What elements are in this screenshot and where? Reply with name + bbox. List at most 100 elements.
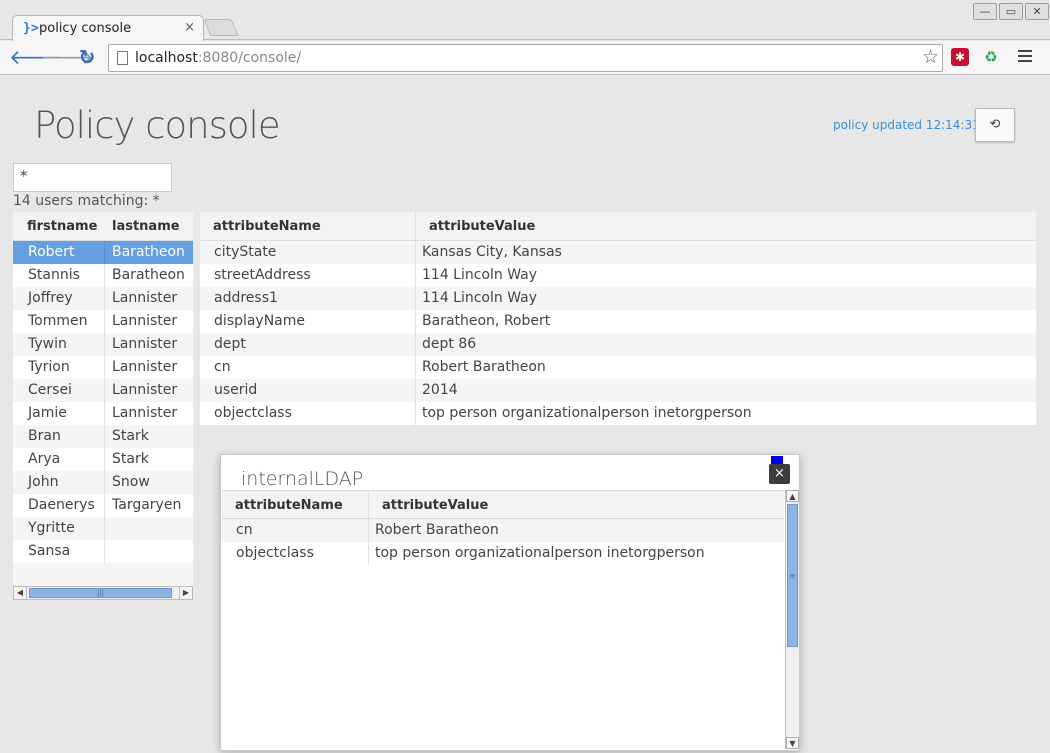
lastpass-icon[interactable]: ✱: [951, 48, 969, 66]
lastname-cell: [105, 517, 193, 540]
firstname-cell: Stannis: [13, 264, 105, 287]
attributes-table-body: cityState Kansas City, Kansas streetAddres…: [200, 241, 1036, 425]
evernote-icon[interactable]: ♻: [982, 48, 1000, 66]
column-header-attribute-value[interactable]: attributeValue: [369, 491, 784, 518]
dialog-title: internalLDAP: [241, 468, 364, 490]
column-header-lastname[interactable]: lastname: [105, 212, 193, 240]
table-row[interactable]: dept dept 86: [200, 333, 1036, 356]
tab-close-icon[interactable]: ×: [184, 20, 195, 35]
firstname-cell: Joffrey: [13, 287, 105, 310]
table-row[interactable]: cityState Kansas City, Kansas: [200, 241, 1036, 264]
column-header-attribute-value[interactable]: attributeValue: [416, 212, 1036, 240]
firstname-cell: Tyrion: [13, 356, 105, 379]
page-title: Policy console: [34, 104, 281, 147]
table-row[interactable]: Joffrey Lannister: [13, 287, 193, 310]
attribute-name-cell: objectclass: [222, 542, 369, 565]
scroll-down-icon[interactable]: ▼: [786, 737, 799, 749]
table-row[interactable]: displayName Baratheon, Robert: [200, 310, 1036, 333]
browser-titlebar: }> policy console × — ▭ ✕: [0, 0, 1050, 41]
table-row[interactable]: Sansa: [13, 540, 193, 563]
back-arrow-icon[interactable]: 🡐: [9, 45, 63, 71]
firstname-cell: Tywin: [13, 333, 105, 356]
table-row[interactable]: Cersei Lannister: [13, 379, 193, 402]
lastname-cell: [105, 540, 193, 563]
table-row[interactable]: Daenerys Targaryen: [13, 494, 193, 517]
lastname-cell: Stark: [112, 428, 149, 444]
lastname-cell: Lannister: [112, 336, 178, 352]
attribute-name-cell: cn: [200, 356, 416, 379]
users-table: firstname lastname Robert Baratheon Stanni…: [13, 212, 193, 592]
users-horizontal-scrollbar[interactable]: ◀ ||| ▶: [13, 586, 193, 600]
browser-toolbar: 🡐 🡒 ↻ localhost:8080/console/ ☆ ✱ ♻: [0, 41, 1050, 75]
firstname-cell: Robert: [13, 241, 105, 264]
attribute-value-cell: Robert Baratheon: [375, 522, 499, 538]
scroll-thumb[interactable]: ≡: [787, 504, 798, 647]
table-row[interactable]: cn Robert Baratheon: [222, 519, 784, 542]
scroll-thumb[interactable]: |||: [29, 588, 172, 598]
table-row[interactable]: Ygritte: [13, 517, 193, 540]
firstname-cell: Ygritte: [13, 517, 105, 540]
dialog-table-header: attributeName attributeValue: [222, 491, 784, 519]
attribute-value-cell: 114 Lincoln Way: [422, 290, 538, 306]
refresh-icon: ⟲: [989, 117, 1001, 132]
table-row[interactable]: Bran Stark: [13, 425, 193, 448]
firstname-cell: Cersei: [13, 379, 105, 402]
table-row[interactable]: objectclass top person organizationalpers…: [222, 542, 784, 565]
maximize-button[interactable]: ▭: [999, 3, 1023, 20]
table-row[interactable]: Stannis Baratheon: [13, 264, 193, 287]
forward-arrow-icon[interactable]: 🡒: [40, 45, 94, 71]
attribute-value-cell: 114 Lincoln Way: [422, 267, 538, 283]
lastname-cell: Lannister: [112, 382, 178, 398]
table-row[interactable]: streetAddress 114 Lincoln Way: [200, 264, 1036, 287]
table-row[interactable]: Tyrion Lannister: [13, 356, 193, 379]
column-header-firstname[interactable]: firstname: [13, 212, 105, 240]
scroll-up-icon[interactable]: ▲: [786, 490, 799, 502]
table-row[interactable]: Jamie Lannister: [13, 402, 193, 425]
refresh-policy-button[interactable]: ⟲: [975, 108, 1015, 142]
tab-title: policy console: [39, 21, 132, 36]
attribute-value-cell: top person organizationalperson inetorgp…: [422, 405, 752, 421]
scroll-left-icon[interactable]: ◀: [14, 587, 27, 599]
table-row[interactable]: cn Robert Baratheon: [200, 356, 1036, 379]
attribute-name-cell: displayName: [200, 310, 416, 333]
attribute-value-cell: top person organizationalperson inetorgp…: [375, 545, 705, 561]
column-header-attribute-name[interactable]: attributeName: [222, 491, 369, 518]
table-row[interactable]: Robert Baratheon: [13, 241, 193, 264]
attribute-name-cell: cn: [222, 519, 369, 542]
url-text: localhost:8080/console/: [135, 50, 301, 66]
attribute-name-cell: cityState: [200, 241, 416, 264]
attribute-name-cell: streetAddress: [200, 264, 416, 287]
tab-policy-console[interactable]: }> policy console ×: [12, 15, 204, 41]
firstname-cell: Tommen: [13, 310, 105, 333]
scroll-right-icon[interactable]: ▶: [179, 587, 192, 599]
table-row[interactable]: Tommen Lannister: [13, 310, 193, 333]
minimize-button[interactable]: —: [973, 3, 997, 20]
policy-status: policy updated 12:14:31: [833, 118, 980, 132]
dialog-vertical-scrollbar[interactable]: ▲ ≡ ▼: [785, 490, 799, 749]
table-row[interactable]: address1 114 Lincoln Way: [200, 287, 1036, 310]
lastname-cell: Lannister: [112, 359, 178, 375]
browser-menu-icon[interactable]: [1018, 50, 1032, 65]
lastname-cell: Baratheon: [112, 267, 185, 283]
internal-ldap-dialog: internalLDAP × attributeName attributeVa…: [220, 454, 800, 751]
dialog-table: attributeName attributeValue cn Robert Ba…: [222, 490, 784, 749]
column-header-attribute-name[interactable]: attributeName: [200, 212, 416, 240]
address-bar[interactable]: localhost:8080/console/ ☆: [108, 44, 943, 72]
users-table-header: firstname lastname: [13, 212, 193, 241]
match-count: 14 users matching: *: [13, 193, 160, 209]
table-row[interactable]: John Snow: [13, 471, 193, 494]
attribute-name-cell: dept: [200, 333, 416, 356]
firstname-cell: Bran: [13, 425, 105, 448]
table-row[interactable]: objectclass top person organizationalpers…: [200, 402, 1036, 425]
table-row[interactable]: userid 2014: [200, 379, 1036, 402]
firstname-cell: Arya: [13, 448, 105, 471]
bookmark-star-icon[interactable]: ☆: [922, 46, 939, 68]
close-window-button[interactable]: ✕: [1025, 3, 1049, 20]
url-path: :8080/console/: [197, 50, 302, 66]
user-search-input[interactable]: *: [13, 163, 172, 192]
table-row[interactable]: Arya Stark: [13, 448, 193, 471]
reload-icon[interactable]: ↻: [74, 45, 100, 71]
table-row[interactable]: Tywin Lannister: [13, 333, 193, 356]
new-tab-button[interactable]: [203, 19, 239, 36]
dialog-close-button[interactable]: ×: [769, 464, 790, 484]
